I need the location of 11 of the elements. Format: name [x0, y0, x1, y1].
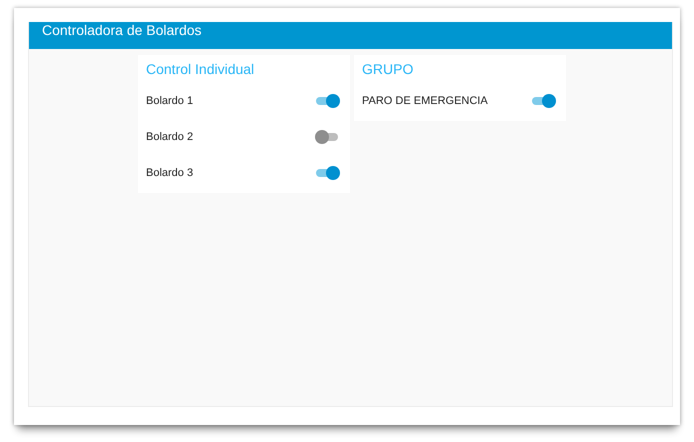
switch-label: Bolardo 3: [146, 167, 194, 179]
switch-label: Bolardo 1: [146, 95, 194, 107]
switch-label: Bolardo 2: [146, 131, 194, 143]
panel-title: GRUPO: [361, 60, 414, 79]
toggle-switch[interactable]: [315, 94, 340, 108]
switch-label: PARO DE EMERGENCIA: [362, 95, 488, 107]
toggle-switch[interactable]: [315, 166, 340, 180]
toggle-switch[interactable]: [315, 130, 340, 144]
app-title: Controladora de Bolardos: [42, 22, 202, 38]
panel-title: Control Individual: [145, 60, 256, 79]
toggle-switch[interactable]: [531, 94, 556, 108]
